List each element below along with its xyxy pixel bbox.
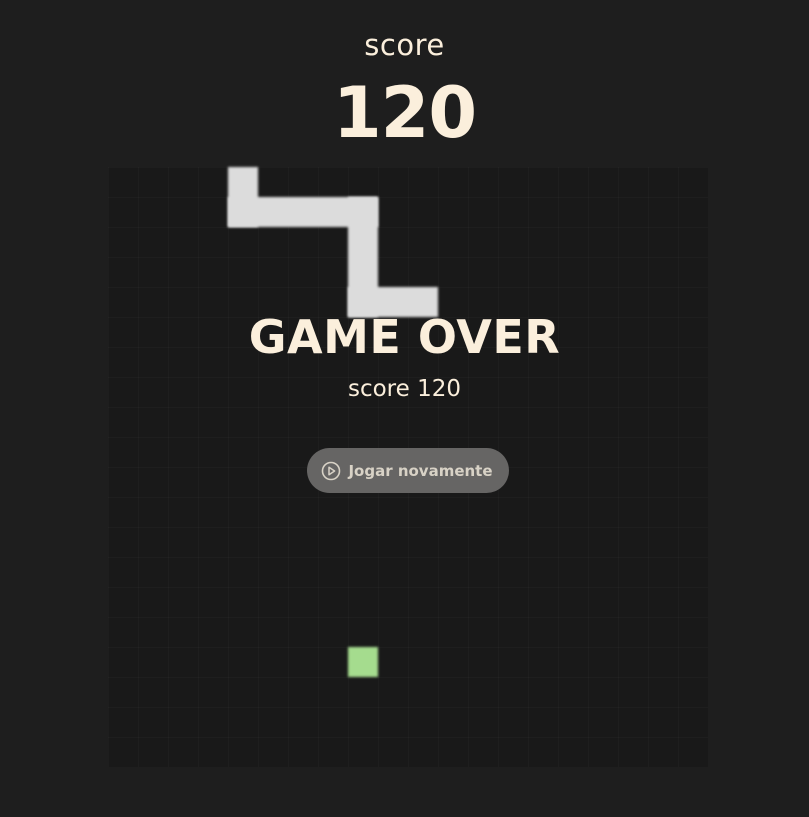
play-again-label: Jogar novamente — [348, 461, 493, 480]
score-value: 120 — [332, 72, 477, 154]
play-circle-icon — [321, 461, 341, 481]
play-again-button[interactable]: Jogar novamente — [307, 448, 509, 493]
score-label: score — [364, 28, 445, 62]
final-score-value: 120 — [417, 376, 462, 402]
final-score-label: score — [347, 376, 410, 402]
final-score: score 120 — [0, 376, 809, 402]
game-over-title: GAME OVER — [248, 310, 561, 364]
food-item — [348, 647, 378, 677]
